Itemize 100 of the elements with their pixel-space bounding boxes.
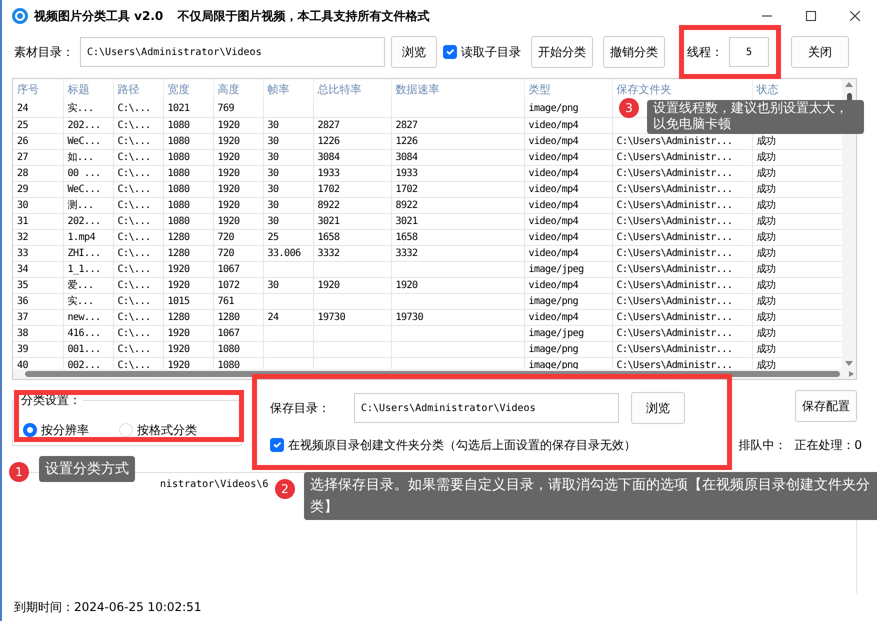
queue-label: 排队中： <box>738 437 786 454</box>
table-cell: C:\Users\Administr... <box>612 293 752 309</box>
table-cell: 1072 <box>213 277 263 293</box>
table-cell: image/png <box>524 341 612 357</box>
table-cell: 2827 <box>313 117 391 133</box>
save-config-button[interactable]: 保存配置 <box>795 390 857 422</box>
create-folder-checkbox[interactable] <box>270 438 284 452</box>
source-label: 素材目录： <box>14 44 74 61</box>
table-cell: 202... <box>63 213 113 229</box>
radio-button[interactable] <box>23 423 37 437</box>
table-cell: C:\Users\Administr... <box>612 197 752 213</box>
column-header[interactable]: 路径 <box>113 79 163 101</box>
processing-count: 正在处理：0 <box>794 437 862 454</box>
start-button[interactable]: 开始分类 <box>531 36 593 68</box>
table-cell: C:\... <box>113 261 163 277</box>
table-cell: video/mp4 <box>524 229 612 245</box>
table-cell: 19730 <box>391 309 524 325</box>
source-path-field[interactable]: C:\Users\Administrator\Videos <box>80 37 385 67</box>
column-header[interactable]: 标题 <box>63 79 113 101</box>
table-cell: 1080 <box>163 165 213 181</box>
table-cell: 1920 <box>391 277 524 293</box>
column-header[interactable]: 帧率 <box>263 79 313 101</box>
table-cell: 1226 <box>391 133 524 149</box>
table-cell: 30 <box>263 149 313 165</box>
table-cell: video/mp4 <box>524 277 612 293</box>
table-cell: 31 <box>13 213 63 229</box>
table-cell: 720 <box>213 229 263 245</box>
column-header[interactable]: 序号 <box>13 79 63 101</box>
table-cell: 26 <box>13 133 63 149</box>
table-cell: 38 <box>13 325 63 341</box>
table-cell: 1080 <box>163 197 213 213</box>
checkbox-label: 在视频原目录创建文件夹分类（勾选后上面设置的保存目录无效） <box>288 437 636 454</box>
table-cell: 1067 <box>213 261 263 277</box>
table-cell: 1_1... <box>63 261 113 277</box>
step-number: 3 <box>619 98 639 118</box>
table-cell: WeC... <box>63 181 113 197</box>
table-cell: 1280 <box>213 309 263 325</box>
table-cell: 1226 <box>313 133 391 149</box>
table-cell: 1933 <box>313 165 391 181</box>
column-header[interactable]: 高度 <box>213 79 263 101</box>
table-cell: 1015 <box>163 293 213 309</box>
save-dir-label: 保存目录： <box>270 400 330 417</box>
table-cell: 如... <box>63 149 113 165</box>
callout-tooltip: 设置分类方式 <box>39 456 135 482</box>
table-cell: video/mp4 <box>524 149 612 165</box>
browse-button[interactable]: 浏览 <box>391 36 437 68</box>
threads-field[interactable]: 5 <box>729 37 769 67</box>
column-header[interactable]: 总比特率 <box>313 79 391 101</box>
table-cell: 1920 <box>313 277 391 293</box>
step-number: 2 <box>275 479 295 499</box>
table-cell: 1702 <box>313 181 391 197</box>
maximize-icon[interactable] <box>806 11 816 21</box>
table-cell: C:\Users\Administr... <box>612 277 752 293</box>
table-cell: video/mp4 <box>524 181 612 197</box>
table-cell: 3084 <box>391 149 524 165</box>
table-cell: 35 <box>13 277 63 293</box>
table-cell: 1658 <box>391 229 524 245</box>
table-cell: C:\... <box>113 133 163 149</box>
table-cell: 29 <box>13 181 63 197</box>
table-cell: 1280 <box>163 309 213 325</box>
table-cell: 2827 <box>391 117 524 133</box>
table-cell: video/mp4 <box>524 245 612 261</box>
undo-button[interactable]: 撤销分类 <box>603 36 665 68</box>
table-cell: 27 <box>13 149 63 165</box>
table-cell: 30 <box>263 165 313 181</box>
table-cell: C:\... <box>113 293 163 309</box>
table-cell: 3021 <box>391 213 524 229</box>
table-cell: 1080 <box>163 133 213 149</box>
table-cell: 30 <box>263 133 313 149</box>
table-cell: C:\... <box>113 229 163 245</box>
table-cell: 3332 <box>313 245 391 261</box>
save-path-field[interactable]: C:\Users\Administrator\Videos <box>354 393 619 423</box>
column-header[interactable]: 宽度 <box>163 79 213 101</box>
expiry-time: 到期时间：2024-06-25 10:02:51 <box>13 599 202 616</box>
threads-label: 线程： <box>687 44 723 61</box>
column-header[interactable]: 类型 <box>524 79 612 101</box>
table-cell: image/png <box>524 293 612 309</box>
table-cell: 30 <box>13 197 63 213</box>
table-cell: 实... <box>63 293 113 309</box>
table-cell: 1920 <box>163 325 213 341</box>
table-cell: 24 <box>13 101 63 117</box>
table-cell: 1067 <box>213 325 263 341</box>
table-cell: 8922 <box>313 197 391 213</box>
table-cell: video/mp4 <box>524 133 612 149</box>
close-icon[interactable] <box>850 11 860 21</box>
close-button[interactable]: 关闭 <box>791 36 849 68</box>
table-cell: C:\Users\Administr... <box>612 325 752 341</box>
table-cell: 30 <box>263 181 313 197</box>
table-cell: 3021 <box>313 213 391 229</box>
subfolder-checkbox[interactable] <box>443 45 457 59</box>
table-cell: C:\Users\Administr... <box>612 309 752 325</box>
table-cell: image/png <box>524 101 612 117</box>
table-cell: new... <box>63 309 113 325</box>
table-cell: 实... <box>63 101 113 117</box>
browse-button[interactable]: 浏览 <box>631 392 685 424</box>
table-cell: C:\... <box>113 309 163 325</box>
table-cell: 1920 <box>213 133 263 149</box>
column-header[interactable]: 数据速率 <box>391 79 524 101</box>
log-line: nistrator\Videos\6 <box>160 478 268 492</box>
table-cell: 1920 <box>213 165 263 181</box>
